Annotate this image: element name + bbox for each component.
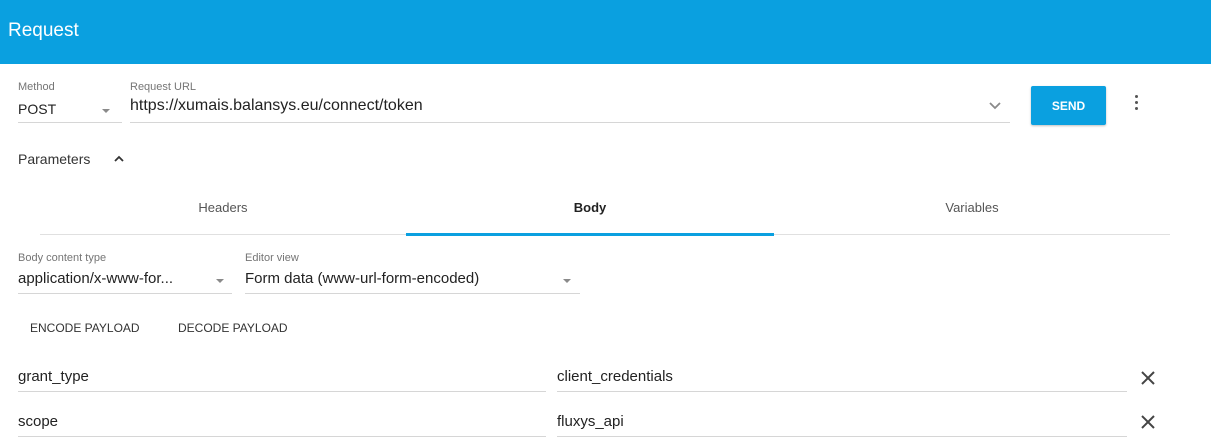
param-value-underline bbox=[557, 391, 1127, 392]
content-type-underline bbox=[18, 293, 232, 294]
content-type-caption: Body content type bbox=[18, 252, 107, 264]
editor-view-caption: Editor view bbox=[245, 252, 299, 264]
editor-view-dropdown-icon bbox=[563, 279, 571, 283]
parameters-label: Parameters bbox=[18, 151, 91, 167]
param-value-input[interactable]: fluxys_api bbox=[557, 413, 624, 430]
url-history-chevron-down-icon[interactable] bbox=[988, 100, 1002, 110]
param-value-input[interactable]: client_credentials bbox=[557, 368, 673, 385]
tab-headers[interactable]: Headers bbox=[40, 200, 406, 215]
decode-payload-button[interactable]: DECODE PAYLOAD bbox=[178, 321, 288, 335]
tab-body[interactable]: Body bbox=[406, 200, 774, 215]
tab-variables[interactable]: Variables bbox=[774, 200, 1170, 215]
active-tab-indicator bbox=[406, 233, 774, 236]
param-name-input[interactable]: scope bbox=[18, 413, 58, 430]
content-type-select[interactable]: application/x-www-for... bbox=[18, 266, 232, 292]
page-title: Request bbox=[8, 20, 79, 41]
editor-view-value: Form data (www-url-form-encoded) bbox=[245, 270, 480, 287]
request-header-bar: Request bbox=[0, 0, 1211, 64]
more-vert-icon[interactable] bbox=[1135, 95, 1139, 113]
method-underline bbox=[18, 122, 122, 123]
url-underline bbox=[130, 122, 1010, 123]
method-caption: Method bbox=[18, 81, 55, 93]
close-icon[interactable] bbox=[1140, 414, 1156, 430]
content-type-value: application/x-www-for... bbox=[18, 270, 174, 287]
chevron-up-icon bbox=[114, 155, 124, 162]
method-select[interactable]: POST bbox=[18, 95, 122, 121]
close-icon[interactable] bbox=[1140, 370, 1156, 386]
editor-view-select[interactable]: Form data (www-url-form-encoded) bbox=[245, 266, 580, 292]
param-name-underline bbox=[18, 391, 546, 392]
url-caption: Request URL bbox=[130, 81, 197, 93]
encode-payload-button[interactable]: ENCODE PAYLOAD bbox=[30, 321, 140, 335]
editor-view-underline bbox=[245, 293, 580, 294]
parameters-toggle[interactable]: Parameters bbox=[18, 150, 148, 170]
url-value: https://xumais.balansys.eu/connect/token bbox=[130, 97, 423, 114]
url-input[interactable]: https://xumais.balansys.eu/connect/token bbox=[130, 93, 1010, 121]
send-button[interactable]: SEND bbox=[1031, 86, 1106, 125]
method-value: POST bbox=[18, 101, 57, 117]
param-name-input[interactable]: grant_type bbox=[18, 368, 89, 385]
content-type-dropdown-icon bbox=[216, 279, 224, 283]
method-dropdown-icon bbox=[102, 109, 110, 113]
